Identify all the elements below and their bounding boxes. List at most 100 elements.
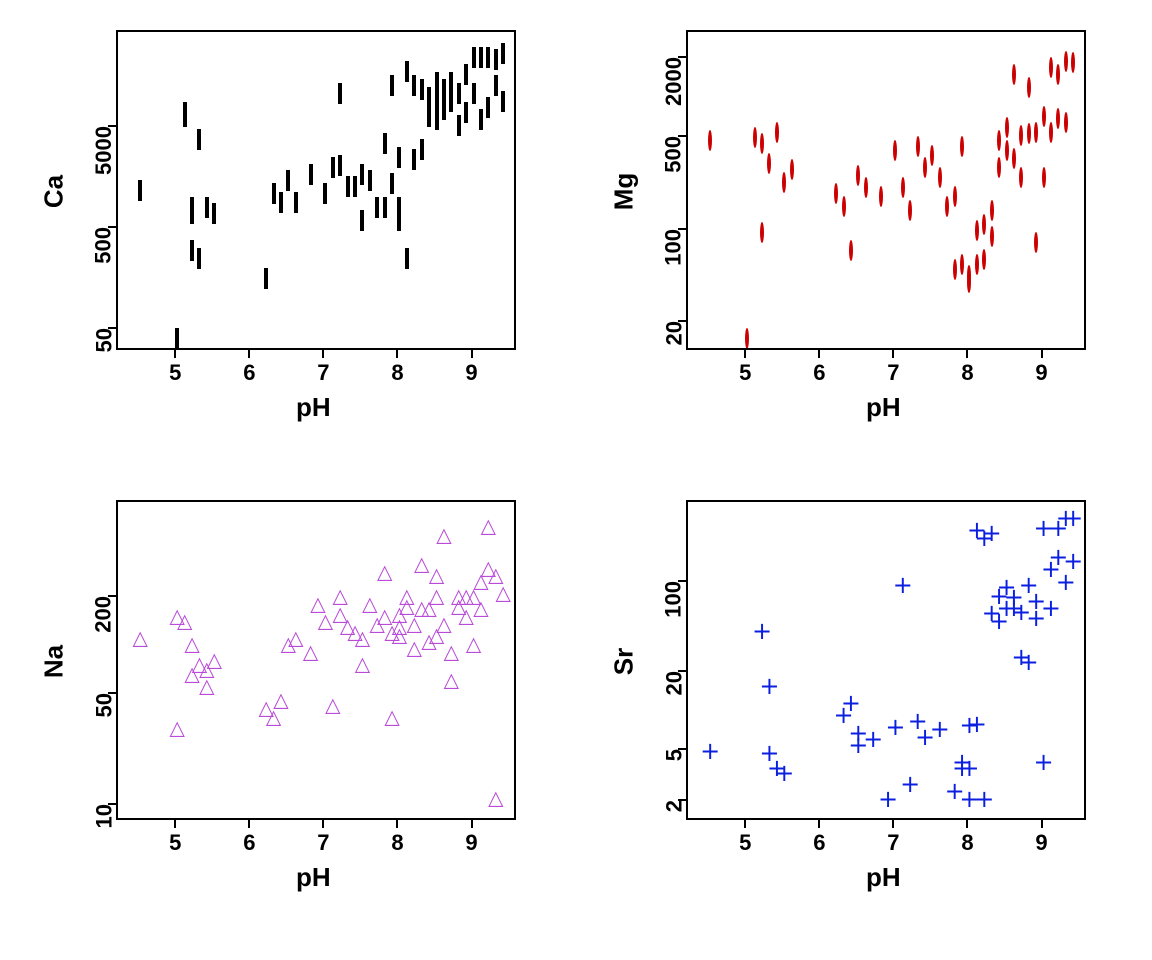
data-point bbox=[938, 169, 942, 187]
data-point bbox=[486, 49, 490, 67]
data-point bbox=[449, 74, 453, 92]
data-point bbox=[953, 188, 957, 206]
data-point bbox=[1071, 54, 1075, 72]
data-point bbox=[1034, 124, 1038, 142]
data-point bbox=[397, 199, 401, 217]
x-tick-label: 7 bbox=[887, 360, 899, 386]
data-point bbox=[360, 212, 364, 230]
data-point: + bbox=[982, 526, 1002, 546]
data-point bbox=[442, 101, 446, 119]
data-point bbox=[420, 141, 424, 159]
data-point bbox=[908, 202, 912, 220]
y-axis-label: Na bbox=[39, 632, 70, 692]
x-tick-label: 7 bbox=[317, 830, 329, 856]
data-point: △ bbox=[273, 692, 288, 711]
y-axis-label: Sr bbox=[609, 632, 640, 692]
data-point bbox=[1049, 59, 1053, 77]
data-point: + bbox=[1056, 575, 1076, 595]
data-point: △ bbox=[266, 710, 281, 729]
data-points: ++++++++++++++++++++++++++++++++++++++++… bbox=[688, 502, 1084, 818]
data-point bbox=[390, 77, 394, 95]
data-point: + bbox=[959, 761, 979, 781]
data-point: △ bbox=[488, 790, 503, 809]
x-tick-label: 5 bbox=[739, 830, 751, 856]
data-point bbox=[183, 104, 187, 122]
data-point: + bbox=[885, 720, 905, 740]
data-point: + bbox=[774, 766, 794, 786]
data-point bbox=[1019, 169, 1023, 187]
y-tick-label: 5000 bbox=[91, 126, 117, 175]
y-tick-label: 2 bbox=[661, 800, 687, 812]
data-point: △ bbox=[377, 564, 392, 583]
data-point bbox=[1005, 142, 1009, 160]
data-point bbox=[901, 179, 905, 197]
data-point: + bbox=[863, 732, 883, 752]
data-point: △ bbox=[207, 653, 222, 672]
data-point: △ bbox=[333, 589, 348, 608]
data-point bbox=[264, 270, 268, 288]
data-point: + bbox=[974, 792, 994, 812]
data-point bbox=[1005, 119, 1009, 137]
data-point bbox=[975, 222, 979, 240]
x-tick-label: 6 bbox=[243, 830, 255, 856]
data-point bbox=[383, 135, 387, 153]
data-point: △ bbox=[436, 528, 451, 547]
y-tick-label: 200 bbox=[91, 596, 117, 633]
data-point bbox=[397, 149, 401, 167]
data-point bbox=[294, 194, 298, 212]
data-point bbox=[842, 198, 846, 216]
data-point bbox=[494, 77, 498, 95]
data-point bbox=[309, 166, 313, 184]
data-point bbox=[279, 194, 283, 212]
data-point: △ bbox=[458, 609, 473, 628]
data-points bbox=[118, 32, 514, 348]
data-point bbox=[175, 330, 179, 348]
data-point bbox=[782, 174, 786, 192]
data-point bbox=[945, 198, 949, 216]
y-tick-label: 50 bbox=[91, 693, 117, 717]
data-point bbox=[197, 250, 201, 268]
data-point bbox=[486, 99, 490, 117]
data-point: + bbox=[930, 722, 950, 742]
data-point: + bbox=[900, 777, 920, 797]
data-point bbox=[1064, 114, 1068, 132]
data-point bbox=[412, 151, 416, 169]
x-tick-label: 6 bbox=[813, 360, 825, 386]
y-axis-label: Mg bbox=[609, 162, 640, 222]
data-point: △ bbox=[325, 697, 340, 716]
data-point: △ bbox=[473, 600, 488, 619]
data-point bbox=[405, 63, 409, 81]
data-point bbox=[479, 49, 483, 67]
data-point bbox=[420, 81, 424, 99]
data-point: + bbox=[1063, 554, 1083, 574]
data-point: + bbox=[878, 792, 898, 812]
x-tick-label: 8 bbox=[391, 830, 403, 856]
data-point bbox=[864, 179, 868, 197]
plot-area bbox=[686, 30, 1086, 350]
data-point bbox=[435, 74, 439, 92]
data-point bbox=[975, 256, 979, 274]
data-point bbox=[405, 250, 409, 268]
y-tick-label: 5 bbox=[661, 749, 687, 761]
x-tick-label: 7 bbox=[887, 830, 899, 856]
x-tick-label: 8 bbox=[391, 360, 403, 386]
data-point bbox=[967, 274, 971, 292]
data-point bbox=[368, 172, 372, 190]
data-point bbox=[390, 175, 394, 193]
y-tick-label: 20 bbox=[661, 671, 687, 695]
data-point bbox=[212, 205, 216, 223]
data-point: △ bbox=[303, 644, 318, 663]
data-point bbox=[960, 138, 964, 156]
data-point bbox=[286, 172, 290, 190]
x-axis-label: pH bbox=[866, 862, 901, 893]
data-point bbox=[834, 185, 838, 203]
data-point bbox=[1056, 66, 1060, 84]
data-point: △ bbox=[392, 627, 407, 646]
data-point bbox=[1064, 53, 1068, 71]
data-point bbox=[790, 161, 794, 179]
data-point bbox=[479, 111, 483, 129]
data-point bbox=[346, 178, 350, 196]
data-point bbox=[767, 155, 771, 173]
data-point bbox=[464, 66, 468, 84]
data-point bbox=[360, 166, 364, 184]
